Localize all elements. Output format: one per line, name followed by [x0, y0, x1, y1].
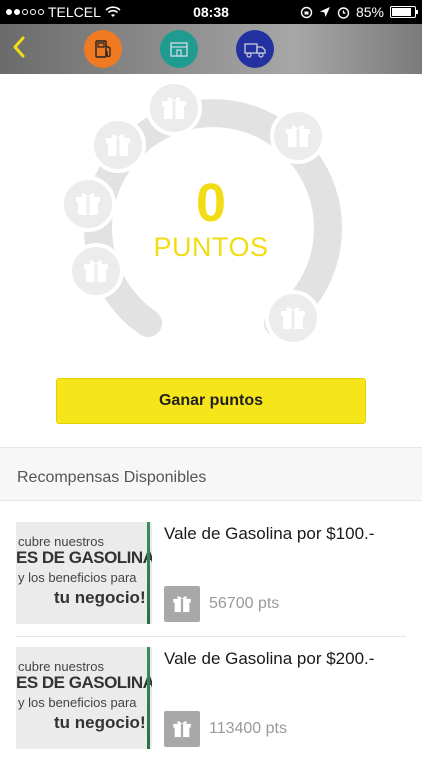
- gift-icon: [265, 290, 321, 346]
- gift-icon: [164, 586, 200, 622]
- divider: [16, 636, 406, 637]
- gift-icon: [146, 80, 202, 136]
- truck-icon[interactable]: [236, 30, 274, 68]
- pump-icon[interactable]: [84, 30, 122, 68]
- reward-points: 113400 pts: [209, 720, 287, 737]
- reward-title: Vale de Gasolina por $100.-: [164, 524, 375, 543]
- reward-points: 56700 pts: [209, 595, 280, 612]
- rewards-section-header: Recompensas Disponibles: [0, 447, 422, 501]
- rewards-title: Recompensas Disponibles: [17, 469, 207, 486]
- alarm-icon: [337, 6, 350, 19]
- gift-icon: [60, 176, 116, 232]
- store-icon[interactable]: [160, 30, 198, 68]
- gift-icon: [68, 243, 124, 299]
- back-button[interactable]: [8, 32, 30, 62]
- battery-icon: [390, 6, 418, 18]
- gift-icon: [164, 711, 200, 747]
- status-bar: TELCEL 08:38 85%: [0, 0, 422, 24]
- location-icon: [319, 7, 330, 17]
- gift-icon: [90, 117, 146, 173]
- reward-title: Vale de Gasolina por $200.-: [164, 649, 375, 668]
- reward-item[interactable]: cubre nuestros ES DE GASOLINA y los bene…: [0, 647, 422, 771]
- reward-image: cubre nuestros ES DE GASOLINA y los bene…: [16, 647, 152, 749]
- reward-item[interactable]: cubre nuestros ES DE GASOLINA y los bene…: [0, 522, 422, 646]
- nav-bar: [0, 24, 422, 74]
- points-label: PUNTOS: [153, 232, 269, 262]
- earn-points-button[interactable]: Ganar puntos: [56, 378, 366, 424]
- gift-icon: [270, 108, 326, 164]
- reward-image: cubre nuestros ES DE GASOLINA y los bene…: [16, 522, 152, 624]
- rotation-lock-icon: [300, 6, 313, 18]
- battery-percent: 85%: [355, 4, 384, 20]
